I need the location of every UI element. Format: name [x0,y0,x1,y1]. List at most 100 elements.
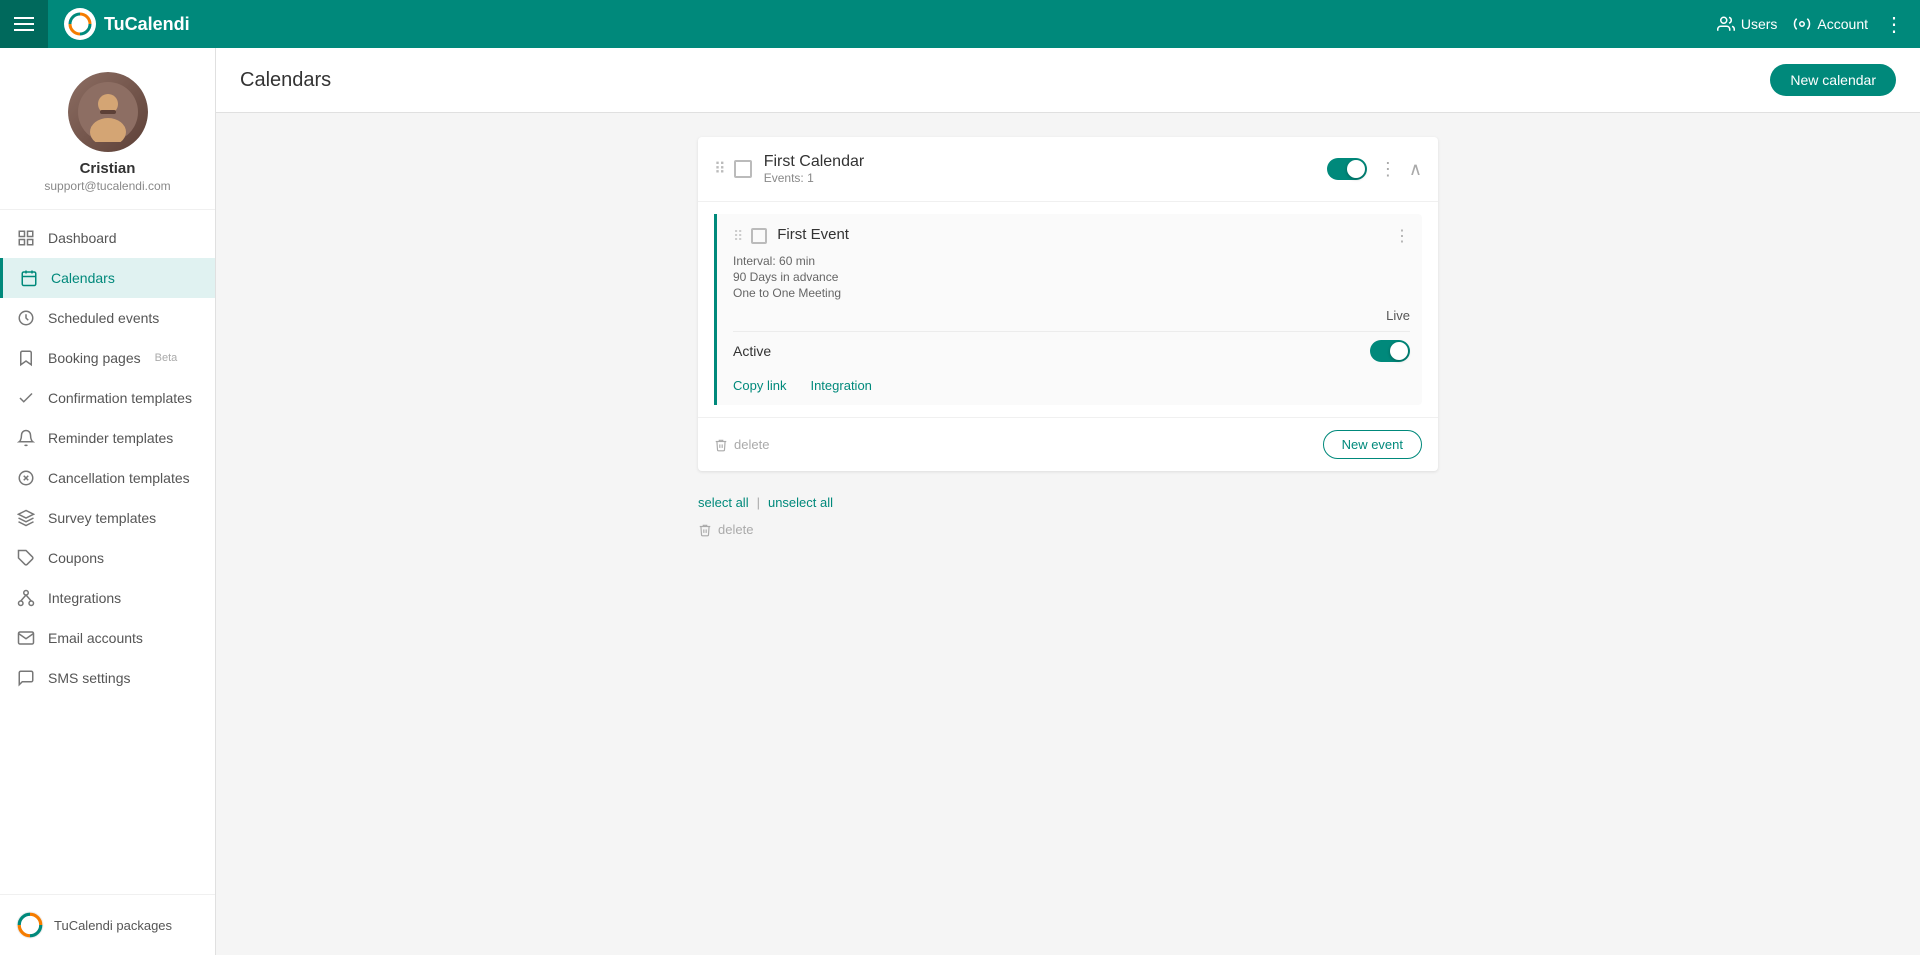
hamburger-icon [14,17,34,31]
check-icon [16,388,36,408]
bottom-delete-row: delete [698,522,1438,537]
packages-logo-icon [16,911,44,939]
event-advance: 90 Days in advance [733,270,1410,284]
x-circle-icon [16,468,36,488]
copy-link-button[interactable]: Copy link [733,378,786,393]
sidebar-integrations-label: Integrations [48,590,121,606]
event-toggle-wrap [1370,340,1410,362]
sidebar-item-sms-settings[interactable]: SMS settings [0,658,215,698]
new-event-button[interactable]: New event [1323,430,1422,459]
unselect-all-button[interactable]: unselect all [768,495,833,510]
sidebar-survey-label: Survey templates [48,510,156,526]
sidebar-calendars-label: Calendars [51,270,115,286]
sidebar-dashboard-label: Dashboard [48,230,117,246]
sidebar-booking-label: Booking pages [48,350,141,366]
layers-icon [16,508,36,528]
message-icon [16,668,36,688]
more-options-button[interactable]: ⋮ [1884,12,1904,37]
calendar-header-actions: ⋮ ∧ [1327,158,1422,180]
content-area: ⠿ First Calendar Events: 1 ⋮ ∧ [216,113,1920,561]
sidebar-sms-label: SMS settings [48,670,130,686]
event-drag-handle[interactable]: ⠿ [733,228,743,245]
sidebar-item-dashboard[interactable]: Dashboard [0,218,215,258]
sidebar-reminder-label: Reminder templates [48,430,173,446]
select-all-button[interactable]: select all [698,495,749,510]
sidebar-item-email-accounts[interactable]: Email accounts [0,618,215,658]
integration-button[interactable]: Integration [810,378,871,393]
page-title: Calendars [240,69,331,92]
sidebar-item-scheduled-events[interactable]: Scheduled events [0,298,215,338]
sidebar-item-cancellation-templates[interactable]: Cancellation templates [0,458,215,498]
sidebar-item-calendars[interactable]: Calendars [0,258,215,298]
calendar-checkbox[interactable] [734,160,752,178]
calendar-toggle-knob [1347,160,1365,178]
account-label: Account [1817,16,1868,32]
logo-text: TuCalendi [104,14,190,35]
calendar-header: ⠿ First Calendar Events: 1 ⋮ ∧ [698,137,1438,202]
dashboard-icon [16,228,36,248]
account-link[interactable]: Account [1793,15,1868,33]
event-more-button[interactable]: ⋮ [1394,226,1410,246]
users-link[interactable]: Users [1717,15,1778,33]
sidebar-scheduled-label: Scheduled events [48,310,159,326]
calendar-toggle-wrap [1327,158,1367,180]
event-meta: Interval: 60 min 90 Days in advance One … [733,254,1410,300]
sidebar: Cristian support@tucalendi.com Dashboard [0,0,216,955]
event-header: ⠿ First Event ⋮ [733,226,1410,246]
clock-icon [16,308,36,328]
calendar-toggle[interactable] [1327,158,1367,180]
event-status-row: Live [733,308,1410,323]
calendar-drag-handle[interactable]: ⠿ [714,159,726,179]
mail-icon [16,628,36,648]
sidebar-booking-sub: Beta [155,352,178,364]
page-header: Calendars New calendar [216,48,1920,113]
logo: TuCalendi [48,8,206,40]
event-active-toggle[interactable] [1370,340,1410,362]
bookmark-icon [16,348,36,368]
sidebar-item-integrations[interactable]: Integrations [0,578,215,618]
trash-icon [714,438,728,452]
calendar-name-block: First Calendar Events: 1 [764,153,1327,185]
event-interval: Interval: 60 min [733,254,1410,268]
events-list: ⠿ First Event ⋮ Interval: 60 min 90 Days… [698,214,1438,405]
packages-label: TuCalendi packages [54,918,172,933]
calendar-name: First Calendar [764,153,1327,171]
user-name: Cristian [80,160,136,177]
event-links-row: Copy link Integration [733,370,1410,393]
bottom-delete-button[interactable]: delete [698,522,753,537]
new-calendar-button[interactable]: New calendar [1770,64,1896,96]
tucalendi-packages-link[interactable]: TuCalendi packages [0,894,215,955]
user-profile: Cristian support@tucalendi.com [0,48,215,210]
topbar-right: Users Account ⋮ [1717,12,1920,37]
sidebar-item-reminder-templates[interactable]: Reminder templates [0,418,215,458]
bottom-trash-icon [698,523,712,537]
menu-button[interactable] [0,0,48,48]
sidebar-email-label: Email accounts [48,630,143,646]
sidebar-item-booking-pages[interactable]: Booking pages Beta [0,338,215,378]
event-checkbox[interactable] [751,228,767,244]
sidebar-cancellation-label: Cancellation templates [48,470,190,486]
select-all-row: select all | unselect all [698,495,1438,510]
bottom-delete-label: delete [718,522,753,537]
event-active-row: Active [733,331,1410,370]
calendar-delete-button[interactable]: delete [714,437,769,452]
sidebar-item-survey-templates[interactable]: Survey templates [0,498,215,538]
sidebar-item-confirmation-templates[interactable]: Confirmation templates [0,378,215,418]
users-label: Users [1741,16,1778,32]
calendar-collapse-button[interactable]: ∧ [1409,159,1422,180]
tag-icon [16,548,36,568]
sidebar-coupons-label: Coupons [48,550,104,566]
calendar-delete-label: delete [734,437,769,452]
calendar-events-count: Events: 1 [764,171,1327,185]
avatar-image [68,72,148,152]
calendar-more-button[interactable]: ⋮ [1379,159,1397,180]
calendar-footer: delete New event [698,417,1438,471]
sidebar-nav: Dashboard Calendars Scheduled events [0,210,215,894]
event-name: First Event [777,226,1394,243]
calendar-icon [19,268,39,288]
sidebar-item-coupons[interactable]: Coupons [0,538,215,578]
event-toggle-knob [1390,342,1408,360]
sidebar-confirmation-label: Confirmation templates [48,390,192,406]
main-content: Calendars New calendar ⠿ First Calendar … [216,48,1920,955]
logo-icon [64,8,96,40]
